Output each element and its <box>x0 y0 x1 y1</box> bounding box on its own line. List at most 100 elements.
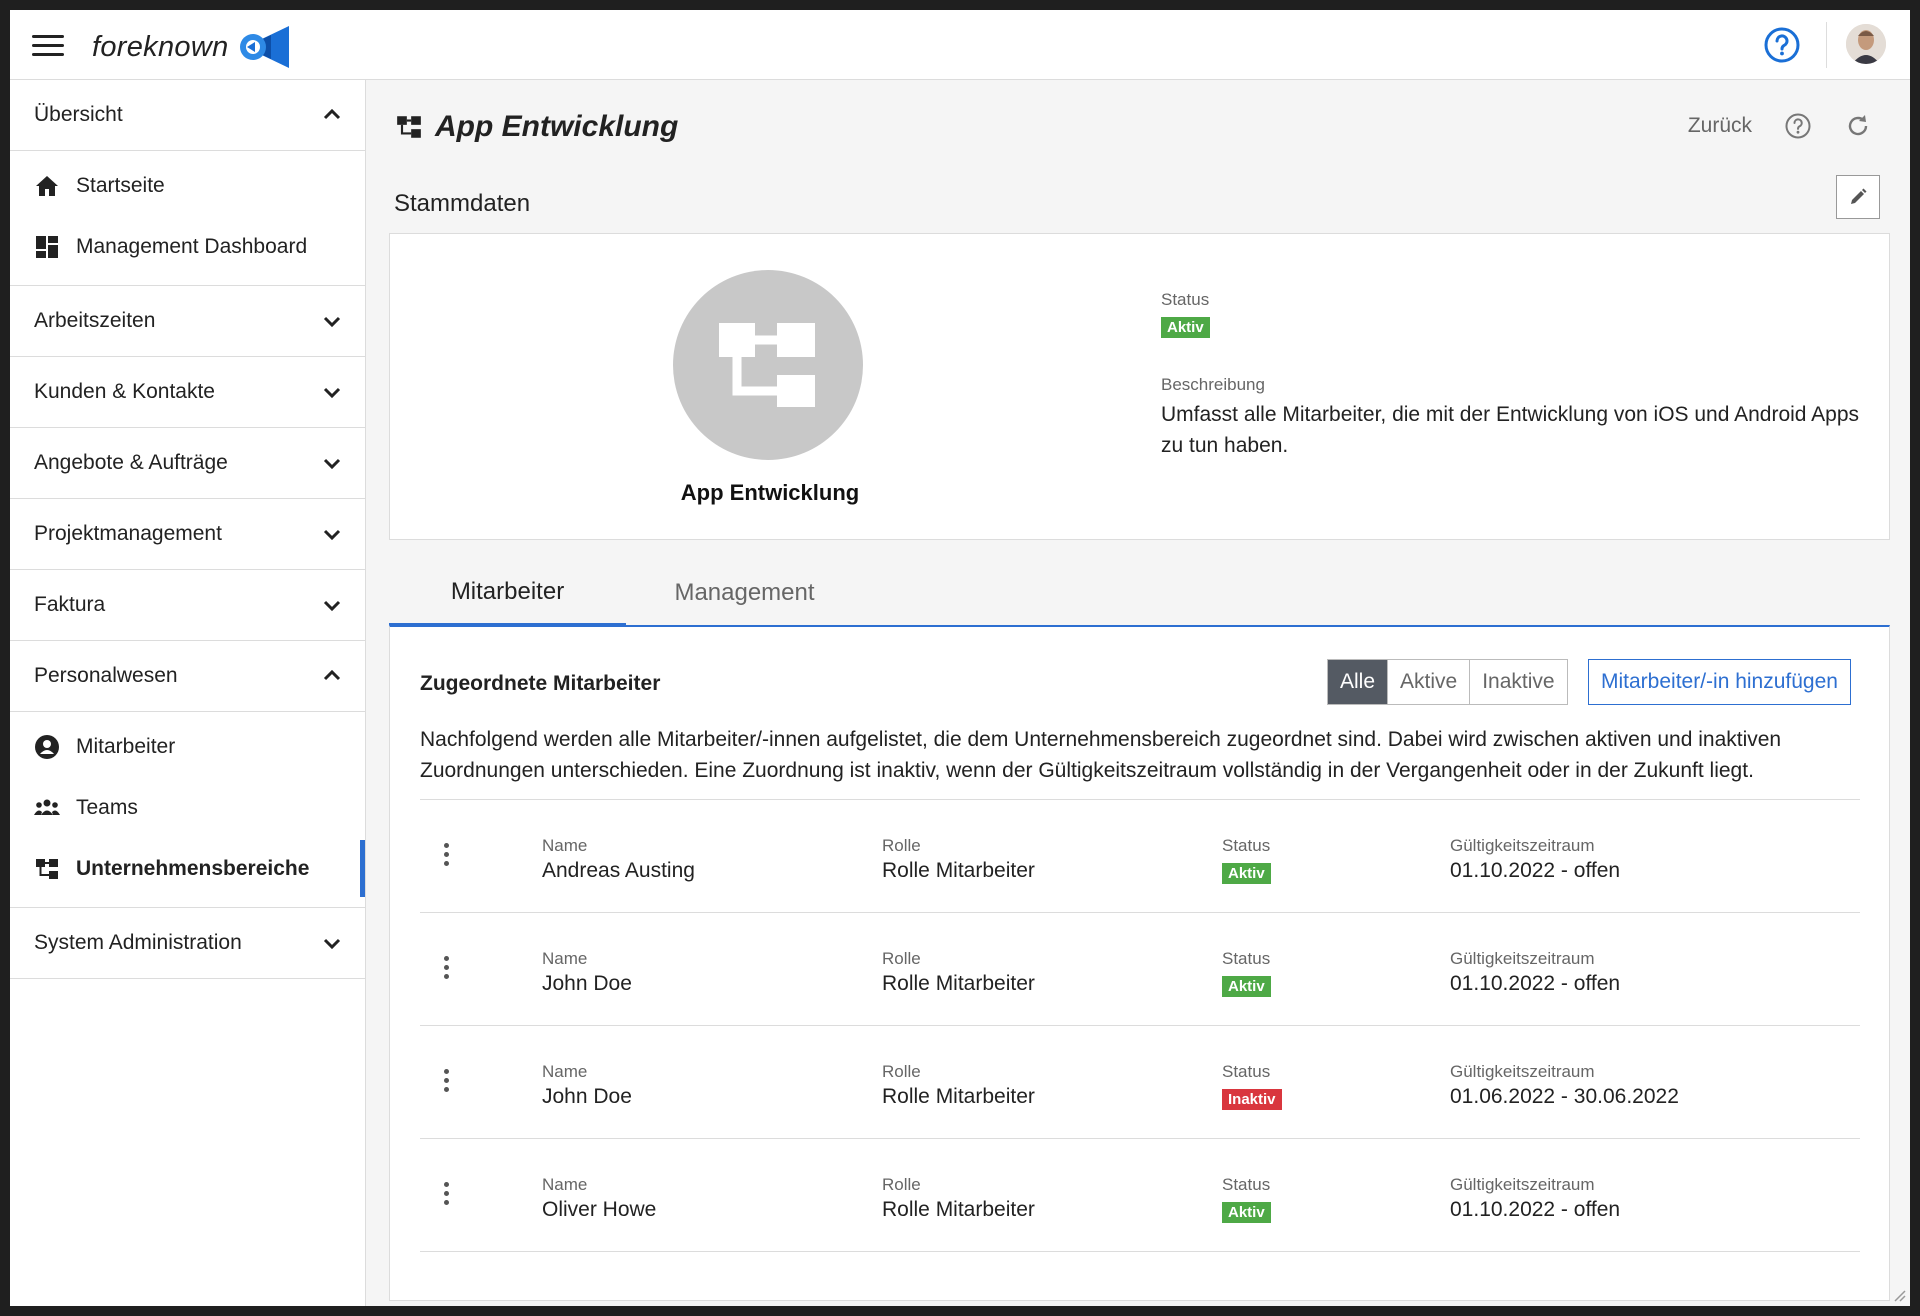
employees-panel: Zugeordnete Mitarbeiter Alle Aktive Inak… <box>389 625 1890 1301</box>
range-cell: Gültigkeitszeitraum 01.10.2022 - offen <box>1450 949 1620 996</box>
refresh-icon[interactable] <box>1844 112 1872 140</box>
employee-role: Rolle Mitarbeiter <box>882 1198 1035 1221</box>
col-label: Status <box>1222 836 1271 855</box>
field-label: Status <box>1161 290 1210 309</box>
main-content: App Entwicklung Zurück Stammdaten App En… <box>367 80 1910 1306</box>
user-avatar-icon <box>1846 24 1886 64</box>
col-label: Rolle <box>882 1062 921 1081</box>
table-row: Name John Doe Rolle Rolle Mitarbeiter Stat… <box>420 913 1860 1026</box>
col-label: Rolle <box>882 1175 921 1194</box>
employee-list: Name Andreas Austing Rolle Rolle Mitarbeit… <box>420 799 1860 1252</box>
sidebar-item-management-dashboard[interactable]: Management Dashboard <box>10 216 365 277</box>
col-label: Status <box>1222 1175 1271 1194</box>
avatar[interactable] <box>1846 24 1886 64</box>
employee-role: Rolle Mitarbeiter <box>882 1085 1035 1108</box>
validity-range: 01.10.2022 - offen <box>1450 972 1621 995</box>
role-cell: Rolle Rolle Mitarbeiter <box>882 949 1035 996</box>
sidebar-section-system-administration[interactable]: System Administration <box>10 908 365 979</box>
status-badge: Inaktiv <box>1222 1089 1282 1110</box>
sidebar-section-angebote-auftraege[interactable]: Angebote & Aufträge <box>10 428 365 499</box>
sidebar-item-label: Mitarbeiter <box>76 734 176 758</box>
sidebar-item-label: Management Dashboard <box>76 234 308 258</box>
employee-name: John Doe <box>542 1085 632 1108</box>
role-cell: Rolle Rolle Mitarbeiter <box>882 1175 1035 1222</box>
sidebar-section-faktura[interactable]: Faktura <box>10 570 365 641</box>
status-badge: Aktiv <box>1161 317 1210 338</box>
help-icon[interactable] <box>1764 27 1800 63</box>
employee-name: Oliver Howe <box>542 1198 657 1221</box>
home-icon <box>36 175 58 196</box>
filter-active-button[interactable]: Aktive <box>1388 660 1471 704</box>
status-badge: Aktiv <box>1222 976 1271 997</box>
brand-logo-icon <box>239 26 289 68</box>
name-cell: Name John Doe <box>542 949 632 996</box>
sidebar-section-label: Übersicht <box>34 103 123 126</box>
unit-name: App Entwicklung <box>680 480 860 505</box>
sidebar-section-arbeitszeiten[interactable]: Arbeitszeiten <box>10 286 365 357</box>
tab-management[interactable]: Management <box>626 560 863 626</box>
sidebar-section-projektmanagement[interactable]: Projektmanagement <box>10 499 365 570</box>
org-structure-icon <box>719 323 815 407</box>
status-cell: Status Inaktiv <box>1222 1062 1282 1110</box>
status-badge: Aktiv <box>1222 1202 1271 1223</box>
employee-name: John Doe <box>542 972 632 995</box>
description-text: Umfasst alle Mitarbeiter, die mit der En… <box>1161 403 1860 457</box>
page-toolbar: Zurück <box>1688 112 1872 140</box>
role-cell: Rolle Rolle Mitarbeiter <box>882 836 1035 883</box>
help-icon[interactable] <box>1784 112 1812 140</box>
pencil-icon <box>1851 188 1867 204</box>
org-structure-icon <box>36 858 58 879</box>
sidebar-section-label: Projektmanagement <box>34 522 222 545</box>
col-label: Name <box>542 836 588 855</box>
more-options-icon[interactable] <box>436 1066 456 1096</box>
back-button[interactable]: Zurück <box>1688 114 1752 138</box>
tab-bar: Mitarbeiter Management <box>389 560 1890 626</box>
more-options-icon[interactable] <box>436 840 456 870</box>
resize-handle-icon[interactable] <box>1890 1286 1906 1302</box>
validity-range: 01.10.2022 - offen <box>1450 1198 1621 1221</box>
app-window: foreknown Übersicht Startseite Managemen… <box>10 10 1910 1306</box>
personal-items: Mitarbeiter Teams Unternehmensbereiche <box>10 712 365 908</box>
employee-name: Andreas Austing <box>542 859 695 882</box>
chevron-up-icon <box>323 108 341 120</box>
range-cell: Gültigkeitszeitraum 01.10.2022 - offen <box>1450 1175 1620 1222</box>
status-field: Status Aktiv <box>1161 290 1210 338</box>
validity-range: 01.10.2022 - offen <box>1450 859 1621 882</box>
status-cell: Status Aktiv <box>1222 949 1271 997</box>
name-cell: Name Oliver Howe <box>542 1175 656 1222</box>
sidebar-item-startseite[interactable]: Startseite <box>10 155 365 216</box>
sidebar-section-kunden-kontakte[interactable]: Kunden & Kontakte <box>10 357 365 428</box>
more-options-icon[interactable] <box>436 953 456 983</box>
sidebar-section-uebersicht[interactable]: Übersicht <box>10 80 365 151</box>
menu-icon[interactable] <box>32 35 64 57</box>
panel-title: Zugeordnete Mitarbeiter <box>420 672 661 695</box>
filter-inactive-button[interactable]: Inaktive <box>1470 660 1567 704</box>
chevron-up-icon <box>323 669 341 681</box>
top-bar: foreknown <box>10 10 1910 80</box>
sidebar-item-unternehmensbereiche[interactable]: Unternehmensbereiche <box>10 838 365 899</box>
table-row: Name Andreas Austing Rolle Rolle Mitarbeit… <box>420 800 1860 913</box>
name-cell: Name John Doe <box>542 1062 632 1109</box>
chevron-down-icon <box>323 387 341 399</box>
sidebar-section-label: Personalwesen <box>34 664 178 687</box>
teams-icon <box>34 799 60 815</box>
add-employee-button[interactable]: Mitarbeiter/-in hinzufügen <box>1588 659 1851 705</box>
chevron-down-icon <box>323 316 341 328</box>
sidebar-item-mitarbeiter[interactable]: Mitarbeiter <box>10 716 365 777</box>
edit-button[interactable] <box>1836 175 1880 219</box>
tab-mitarbeiter[interactable]: Mitarbeiter <box>389 560 626 626</box>
sidebar-section-personalwesen[interactable]: Personalwesen <box>10 641 365 712</box>
sidebar-section-label: Angebote & Aufträge <box>34 451 228 474</box>
more-options-icon[interactable] <box>436 1179 456 1209</box>
filter-all-button[interactable]: Alle <box>1328 660 1389 704</box>
dashboard-icon <box>36 235 58 258</box>
page-title: App Entwicklung <box>435 110 679 143</box>
brand[interactable]: foreknown <box>92 24 289 70</box>
sidebar-item-teams[interactable]: Teams <box>10 777 365 838</box>
user-circle-icon <box>35 734 59 759</box>
divider <box>1826 22 1827 68</box>
validity-range: 01.06.2022 - 30.06.2022 <box>1450 1085 1679 1108</box>
col-label: Name <box>542 1175 588 1194</box>
col-label: Name <box>542 1062 588 1081</box>
description-field: Beschreibung Umfasst alle Mitarbeiter, d… <box>1161 375 1861 461</box>
